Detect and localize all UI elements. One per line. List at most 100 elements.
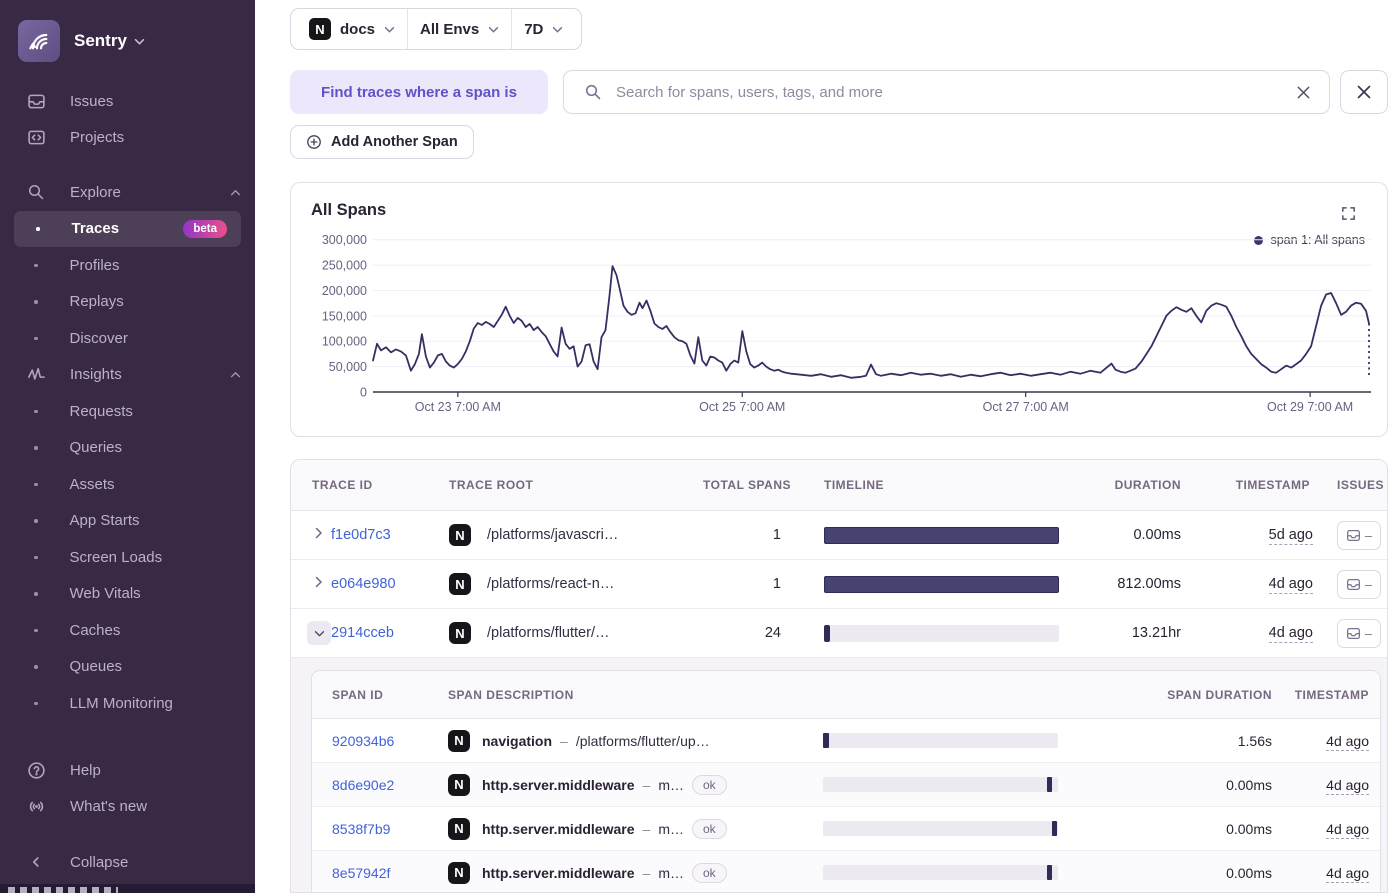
svg-text:Oct 25 7:00 AM: Oct 25 7:00 AM xyxy=(699,400,785,414)
sidebar-item-label: Queues xyxy=(69,658,123,676)
environment-selector[interactable]: All Envs xyxy=(408,9,511,49)
add-another-span-button[interactable]: Add Another Span xyxy=(290,125,474,159)
sidebar-item-label: Caches xyxy=(69,621,121,639)
traces-table-body: f1e0d7c3 N/platforms/javascri… 1 0.00ms 5d a… xyxy=(291,511,1387,658)
issues-count-button[interactable]: – xyxy=(1337,569,1381,599)
find-traces-label: Find traces where a span is xyxy=(290,70,548,114)
chevron-down-icon xyxy=(134,38,145,45)
span-description-text: m… xyxy=(658,820,684,837)
collapse-trace-button[interactable] xyxy=(307,621,331,645)
bullet-icon xyxy=(34,409,38,413)
spans-subtable-header: SPAN ID SPAN DESCRIPTION SPAN DURATION T… xyxy=(312,671,1380,719)
sidebar-item-label: Screen Loads xyxy=(69,548,163,566)
sidebar-item-explore[interactable]: Explore xyxy=(0,174,255,211)
collapse-label: Collapse xyxy=(70,853,129,871)
trace-timestamp: 4d ago xyxy=(1268,576,1313,594)
sidebar-item-caches[interactable]: Caches xyxy=(0,612,255,649)
chevron-up-icon xyxy=(230,189,241,196)
span-id-link[interactable]: 8e57942f xyxy=(332,865,448,881)
nextjs-platform-icon: N xyxy=(448,773,470,796)
sidebar-item-projects[interactable]: Projects xyxy=(0,120,255,157)
svg-text:100,000: 100,000 xyxy=(322,335,367,349)
sidebar-item-web-vitals[interactable]: Web Vitals xyxy=(0,576,255,613)
span-duration: 0.00ms xyxy=(1226,776,1272,793)
span-timestamp: 4d ago xyxy=(1326,732,1369,751)
nextjs-platform-icon: N xyxy=(448,729,470,752)
trace-duration: 13.21hr xyxy=(1131,625,1181,641)
bullet-icon xyxy=(34,555,38,559)
trace-duration: 812.00ms xyxy=(1117,576,1181,592)
search-icon xyxy=(26,183,46,201)
trace-timestamp: 4d ago xyxy=(1268,625,1313,643)
column-header-trace-id: TRACE ID xyxy=(312,478,373,492)
issues-icon xyxy=(1346,577,1361,592)
sidebar-item-label: App Starts xyxy=(69,512,140,530)
sidebar-item-app-starts[interactable]: App Starts xyxy=(0,503,255,540)
sidebar-item-insights[interactable]: Insights xyxy=(0,357,255,394)
span-id-link[interactable]: 8d6e90e2 xyxy=(332,777,448,793)
chevron-up-icon xyxy=(230,371,241,378)
svg-text:300,000: 300,000 xyxy=(322,233,367,247)
chevron-right-icon[interactable] xyxy=(315,575,323,593)
add-another-span-label: Add Another Span xyxy=(331,134,458,150)
chevron-down-icon xyxy=(384,26,395,33)
bullet-icon xyxy=(34,592,38,596)
separator: – xyxy=(642,864,651,881)
issues-count-button[interactable]: – xyxy=(1337,520,1381,550)
span-id-link[interactable]: 8538f7b9 xyxy=(332,821,448,837)
project-selector-label: docs xyxy=(340,20,376,38)
sidebar-item-label: Traces xyxy=(71,220,120,238)
span-search-input[interactable] xyxy=(616,83,1282,101)
sidebar-item-help[interactable]: Help xyxy=(0,752,255,789)
projects-icon xyxy=(26,128,46,147)
sidebar-item-profiles[interactable]: Profiles xyxy=(0,247,255,284)
sidebar-item-queues[interactable]: Queues xyxy=(0,649,255,686)
span-id-link[interactable]: 920934b6 xyxy=(332,733,448,749)
date-range-label: 7D xyxy=(524,20,544,38)
project-selector[interactable]: N docs xyxy=(297,9,407,49)
trace-id-link[interactable]: e064e980 xyxy=(331,576,449,592)
sidebar-item-queries[interactable]: Queries xyxy=(0,430,255,467)
sidebar-item-issues[interactable]: Issues xyxy=(0,83,255,120)
timeline-bar xyxy=(824,575,1059,593)
sidebar-item-what-s-new[interactable]: What's new xyxy=(0,789,255,826)
sidebar-item-screen-loads[interactable]: Screen Loads xyxy=(0,539,255,576)
svg-text:Oct 29 7:00 AM: Oct 29 7:00 AM xyxy=(1267,400,1353,414)
org-switcher[interactable]: Sentry xyxy=(18,20,145,62)
issues-count-button[interactable]: – xyxy=(1337,618,1381,648)
sidebar-item-label: Insights xyxy=(70,366,122,384)
bullet-icon xyxy=(34,336,38,340)
clear-search-icon[interactable] xyxy=(1292,81,1315,104)
svg-text:Oct 27 7:00 AM: Oct 27 7:00 AM xyxy=(983,400,1069,414)
span-operation: http.server.middleware xyxy=(482,776,635,793)
sidebar-item-label: Web Vitals xyxy=(69,585,141,603)
sidebar-item-discover[interactable]: Discover xyxy=(0,320,255,357)
sidebar-collapse: Collapse xyxy=(0,844,255,881)
trace-id-link[interactable]: f1e0d7c3 xyxy=(331,527,449,543)
svg-text:200,000: 200,000 xyxy=(322,284,367,298)
span-duration: 1.56s xyxy=(1237,732,1272,749)
sidebar-item-replays[interactable]: Replays xyxy=(0,284,255,321)
trace-duration: 0.00ms xyxy=(1133,527,1181,543)
nextjs-platform-icon: N xyxy=(309,18,331,40)
trace-id-link[interactable]: 2914cceb xyxy=(331,625,449,641)
date-range-selector[interactable]: 7D xyxy=(512,9,575,49)
column-header-span-duration: SPAN DURATION xyxy=(1167,687,1272,702)
app-root: Sentry Issues Projects Explore Traces beta Pr… xyxy=(0,0,1400,893)
sidebar-item-assets[interactable]: Assets xyxy=(0,466,255,503)
separator: – xyxy=(560,732,568,749)
sidebar-item-traces[interactable]: Traces beta xyxy=(14,210,241,247)
span-timestamp: 4d ago xyxy=(1326,776,1369,795)
nextjs-platform-icon: N xyxy=(449,622,471,644)
remove-span-filter-button[interactable] xyxy=(1340,70,1388,114)
traces-table-header: TRACE ID TRACE ROOT TOTAL SPANS TIMELINE… xyxy=(291,460,1387,511)
sidebar-item-llm-monitoring[interactable]: LLM Monitoring xyxy=(0,685,255,722)
timeline-bar xyxy=(824,624,1059,642)
span-row-8e57942f: 8e57942f Nhttp.server.middleware – m… ok 0.00… xyxy=(312,851,1380,892)
collapse-button[interactable]: Collapse xyxy=(0,844,255,881)
chevron-right-icon[interactable] xyxy=(315,526,323,544)
sidebar-item-requests[interactable]: Requests xyxy=(0,393,255,430)
help-icon xyxy=(26,761,46,780)
page-filter-bar: N docs All Envs 7D xyxy=(290,8,583,50)
sentry-logo-icon xyxy=(18,20,60,62)
